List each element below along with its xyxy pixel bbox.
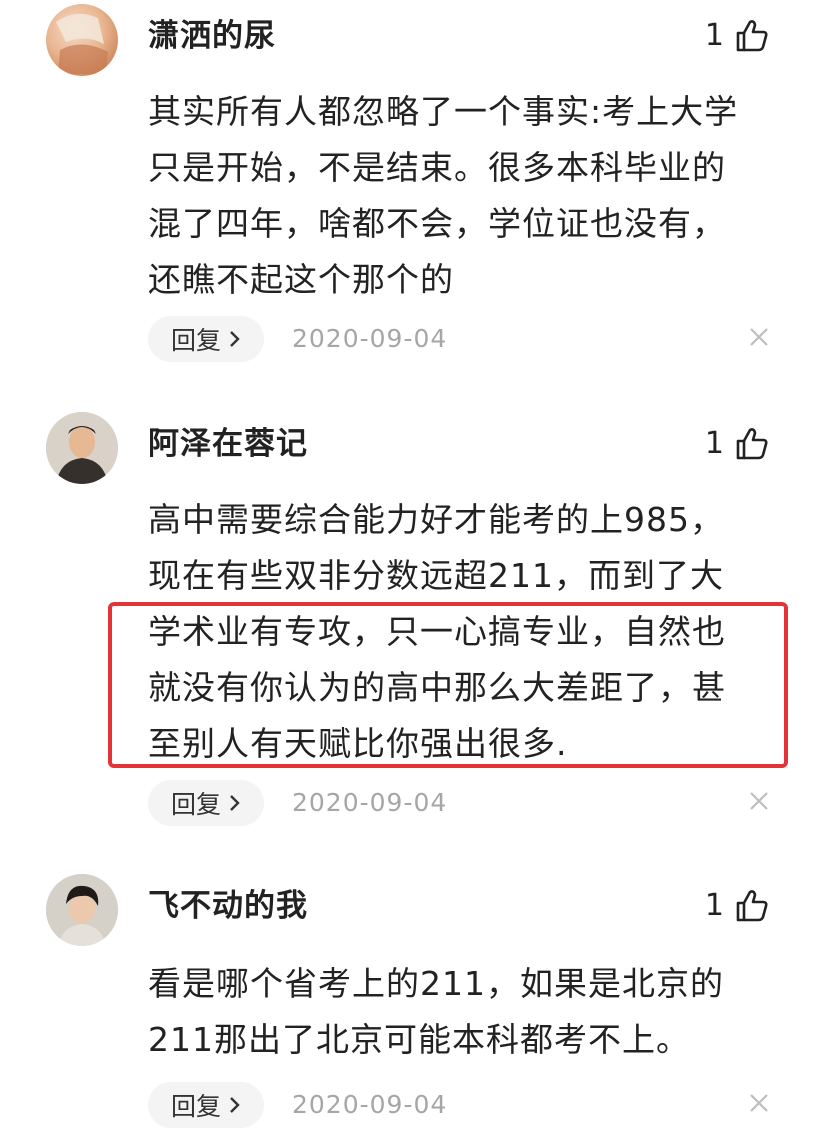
avatar-icon xyxy=(46,874,118,946)
close-icon xyxy=(750,1094,768,1112)
thumbs-up-icon xyxy=(736,428,768,460)
comment-line: 看是哪个省考上的211，如果是北京的 xyxy=(148,964,724,1003)
reply-label: 回复 xyxy=(170,790,221,819)
comment-line: 还瞧不起这个那个的 xyxy=(148,260,454,299)
close-button[interactable] xyxy=(748,316,770,362)
comment-line: 211那出了北京可能本科都考不上。 xyxy=(148,1020,690,1059)
username[interactable]: 阿泽在蓉记 xyxy=(148,424,308,464)
username[interactable]: 飞不动的我 xyxy=(148,886,308,926)
avatar-icon xyxy=(46,412,118,484)
avatar[interactable] xyxy=(46,874,118,946)
like-count: 1 xyxy=(704,18,724,53)
reply-label: 回复 xyxy=(170,326,221,355)
close-button[interactable] xyxy=(748,780,770,826)
reply-button[interactable]: 回复 xyxy=(148,780,264,826)
thumbs-up-icon xyxy=(736,20,768,52)
reply-button[interactable]: 回复 xyxy=(148,316,264,362)
comment-line: 其实所有人都忽略了一个事实:考上大学 xyxy=(148,92,739,131)
comment-line: 混了四年，啥都不会，学位证也没有， xyxy=(148,204,726,243)
avatar-icon xyxy=(56,13,108,74)
comment-text: 看是哪个省考上的211，如果是北京的 211那出了北京可能本科都考不上。 xyxy=(148,956,788,1068)
like-button[interactable]: 1 xyxy=(705,424,770,464)
comment-line: 高中需要综合能力好才能考的上985， xyxy=(148,500,724,539)
comment-line: 现在有些双非分数远超211，而到了大 xyxy=(148,556,724,595)
thumbs-up-icon xyxy=(736,890,768,922)
like-count: 1 xyxy=(704,426,724,461)
comment-date: 2020-09-04 xyxy=(292,324,448,353)
chevron-right-icon xyxy=(230,1097,240,1113)
close-icon xyxy=(750,792,768,810)
comment-date: 2020-09-04 xyxy=(292,788,448,817)
reply-label: 回复 xyxy=(170,1092,221,1121)
close-button[interactable] xyxy=(748,1082,770,1128)
highlight-box xyxy=(108,602,788,768)
reply-button[interactable]: 回复 xyxy=(148,1082,264,1128)
chevron-right-icon xyxy=(230,795,240,811)
like-button[interactable]: 1 xyxy=(705,886,770,926)
close-icon xyxy=(750,328,768,346)
avatar[interactable] xyxy=(46,412,118,484)
chevron-right-icon xyxy=(230,331,240,347)
comment-text: 其实所有人都忽略了一个事实:考上大学 只是开始，不是结束。很多本科毕业的 混了四… xyxy=(148,84,788,308)
comment-line: 只是开始，不是结束。很多本科毕业的 xyxy=(148,148,726,187)
like-count: 1 xyxy=(704,888,724,923)
comment-date: 2020-09-04 xyxy=(292,1090,448,1119)
like-button[interactable]: 1 xyxy=(705,16,770,56)
username[interactable]: 潇洒的尿 xyxy=(148,16,276,56)
avatar[interactable] xyxy=(46,4,118,76)
